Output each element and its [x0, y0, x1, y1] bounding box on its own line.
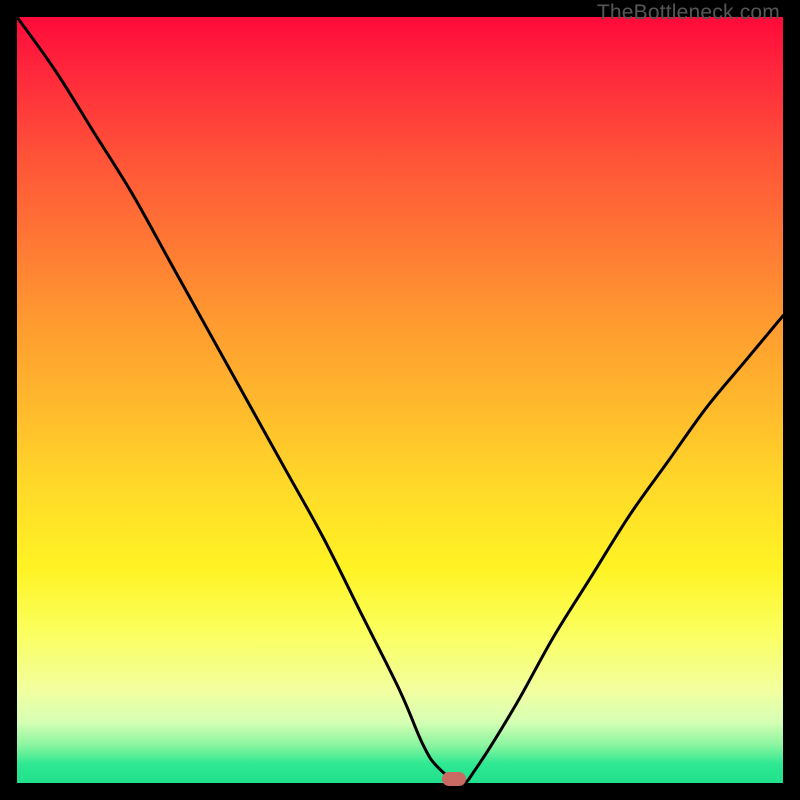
plot-area	[17, 17, 783, 783]
min-marker	[442, 772, 466, 786]
bottleneck-curve	[17, 17, 783, 783]
watermark-text: TheBottleneck.com	[597, 1, 780, 25]
chart-frame: TheBottleneck.com	[0, 0, 800, 800]
